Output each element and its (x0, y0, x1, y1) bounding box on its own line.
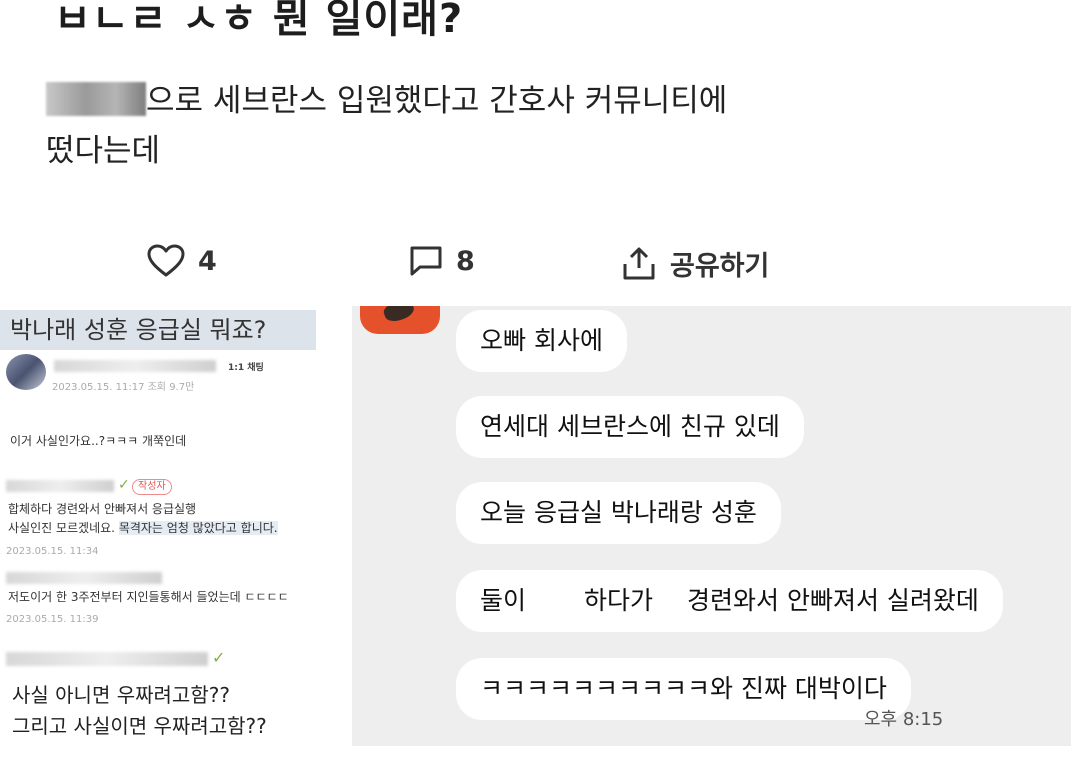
blurred-commenter (6, 480, 114, 492)
post-body-line-2: 떴다는데 (46, 133, 161, 169)
like-button[interactable]: 4 (146, 244, 217, 278)
chat-bubble-part: 하다가 (584, 586, 654, 615)
like-count: 4 (198, 245, 217, 277)
post-title: ㅂㄴㄹ ㅅㅎ 뭔 일이래? (54, 0, 464, 42)
post-actions-bar: 4 8 공유하기 (0, 238, 1071, 290)
sprout-icon: ✓ (118, 477, 130, 493)
comment-icon (410, 246, 442, 276)
heart-icon (147, 244, 185, 277)
blurred-username (54, 360, 216, 372)
comment-1-text: 사실인진 모르겠네요. (8, 521, 119, 535)
chat-screenshot: 오빠 회사에 연세대 세브란스에 친규 있데 오늘 응급실 박나래랑 성훈 둘이… (352, 306, 1071, 746)
reply-line-2: 그리고 사실이면 우짜려고함?? (12, 714, 267, 738)
censored-gap (526, 582, 585, 622)
chat-bubble: 연세대 세브란스에 친규 있데 (456, 396, 804, 458)
blurred-name (46, 82, 146, 116)
chat-bubble: 오빠 회사에 (456, 310, 627, 372)
avatar (6, 354, 46, 390)
comment-2-time: 2023.05.15. 11:39 (6, 614, 99, 625)
share-label: 공유하기 (670, 251, 770, 282)
post-body: 으로 세브란스 입원했다고 간호사 커뮤니티에 떴다는데 (46, 76, 727, 176)
chat-bubble-part: 둘이 (480, 586, 527, 615)
blurred-commenter-3 (6, 652, 208, 666)
cafe-post-screenshot: 박나래 성훈 응급실 뭐죠? 1:1 채팅 2023.05.15. 11:17 … (0, 306, 352, 746)
censored-gap (653, 582, 688, 622)
author-badge: 작성자 (132, 479, 172, 495)
post-body-line-1: 으로 세브란스 입원했다고 간호사 커뮤니티에 (46, 76, 727, 126)
blurred-commenter-2 (6, 572, 162, 584)
comment-2-text: 저도이거 한 3주전부터 지인들통해서 들었는데 ㄷㄷㄷㄷ (8, 590, 289, 604)
chat-avatar (360, 306, 440, 334)
post-meta: 2023.05.15. 11:17 조회 9.7만 (52, 382, 195, 393)
chat-bubble-part: 경련와서 안빠져서 실려왔데 (687, 586, 979, 615)
chat-bubble: ㅋㅋㅋㅋㅋㅋㅋㅋㅋㅋ와 진짜 대박이다 (456, 658, 911, 720)
one-to-one-chat-link[interactable]: 1:1 채팅 (228, 360, 264, 373)
cafe-post-text: 이거 사실인가요..?ㅋㅋㅋ 개쭉인데 (10, 434, 187, 448)
comment-1-line-2: 사실인진 모르겠네요. 목격자는 엄청 많았다고 합니다. (8, 519, 278, 537)
comment-1-time: 2023.05.15. 11:34 (6, 546, 99, 557)
comment-count: 8 (456, 245, 475, 277)
comment-button[interactable]: 8 (408, 244, 475, 278)
cafe-post-title: 박나래 성훈 응급실 뭐죠? (0, 310, 316, 350)
comment-1-line-1: 합체하다 경련와서 안빠져서 응급실행 (8, 502, 197, 516)
chat-timestamp: 오후 8:15 (864, 709, 944, 730)
post-body-text-1: 으로 세브란스 입원했다고 간호사 커뮤니티에 (146, 83, 728, 119)
comment-1-highlight: 목격자는 엄청 많았다고 합니다. (118, 521, 278, 535)
chat-bubble: 둘이 하다가 경련와서 안빠져서 실려왔데 (456, 570, 1003, 632)
sprout-icon: ✓ (212, 648, 226, 667)
share-button[interactable]: 공유하기 (620, 244, 769, 283)
chat-bubble: 오늘 응급실 박나래랑 성훈 (456, 482, 781, 544)
reply-line-1: 사실 아니면 우짜려고함?? (12, 683, 230, 707)
share-icon (623, 247, 655, 279)
